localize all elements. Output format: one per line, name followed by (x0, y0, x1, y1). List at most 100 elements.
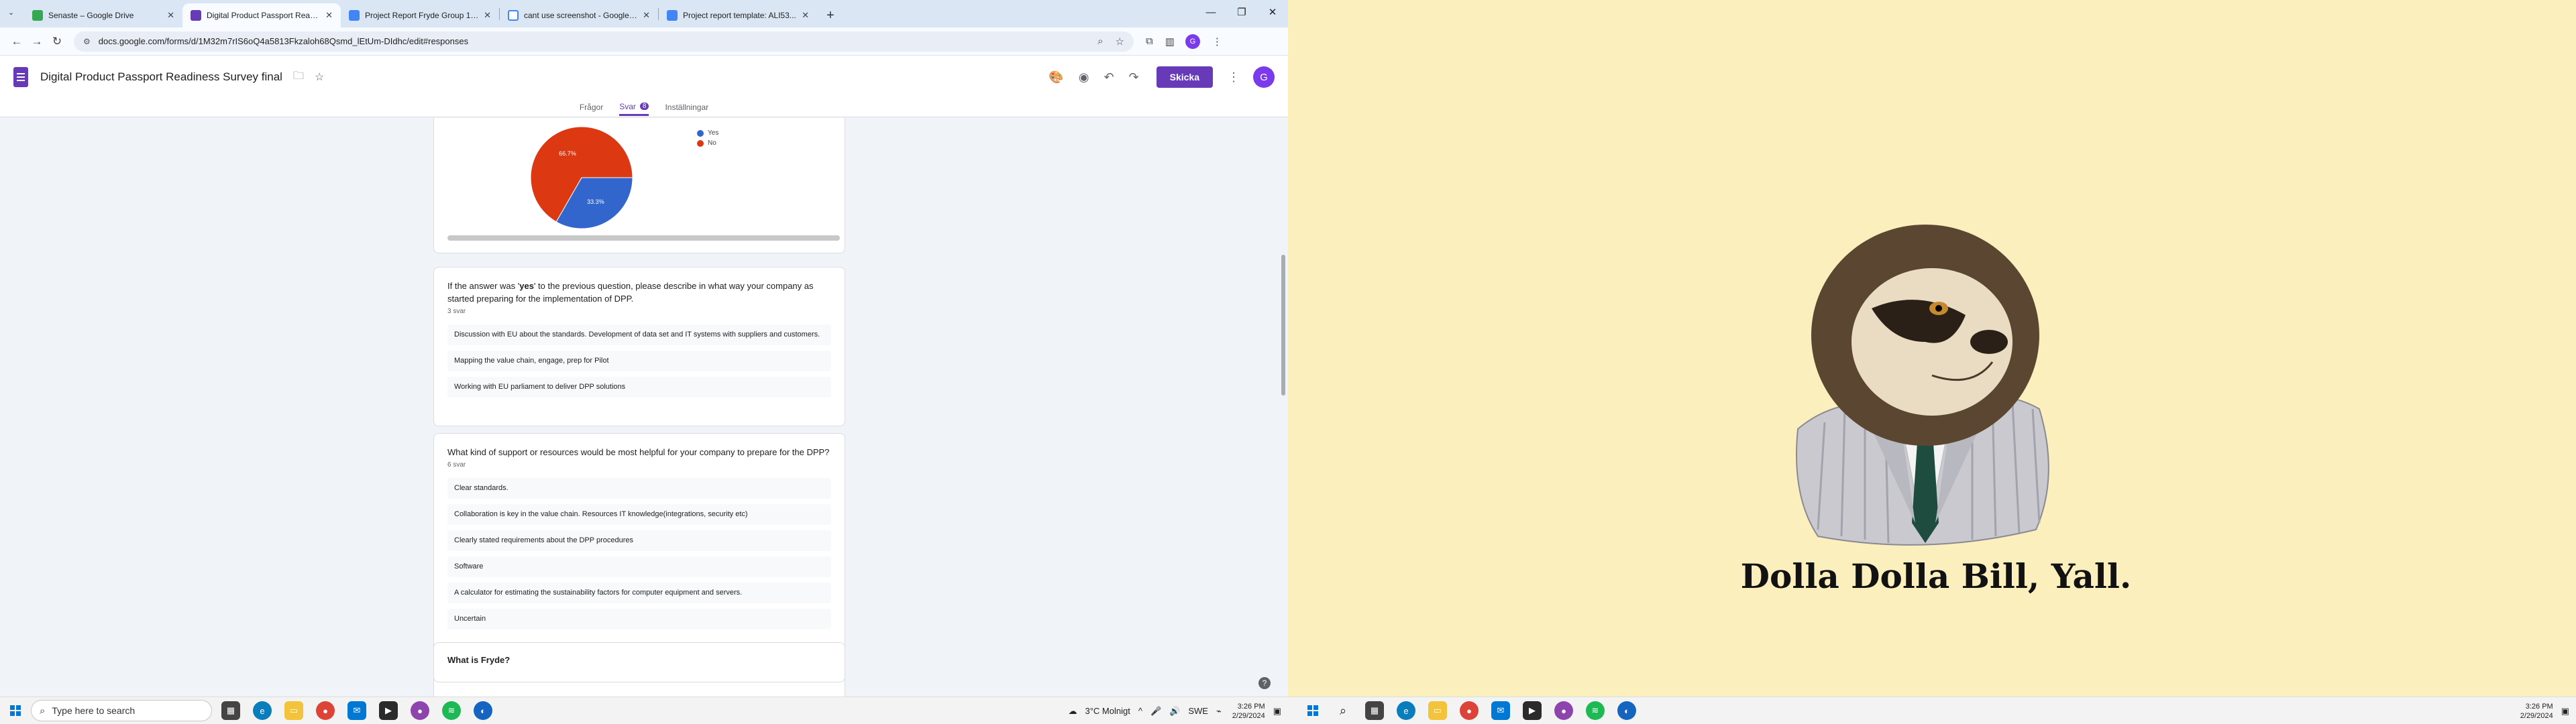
edge-icon[interactable]: e (1397, 701, 1415, 720)
page-scrollbar[interactable] (1281, 255, 1285, 396)
response-item: A calculator for estimating the sustaina… (447, 583, 831, 603)
response-item: Clearly stated requirements about the DP… (447, 530, 831, 551)
restore-icon[interactable]: ❐ (1226, 0, 1257, 24)
taskbar-search-box[interactable]: ⌕ Type here to search (31, 700, 212, 721)
site-info-icon[interactable]: ⚙ (83, 37, 91, 46)
browser-tab-template[interactable]: Project report template: ALI53... ✕ (659, 3, 817, 27)
chevron-up-icon[interactable]: ^ (1138, 706, 1142, 716)
browser-tab-google-search[interactable]: cant use screenshot - Google S... ✕ (500, 3, 658, 27)
profile-avatar[interactable]: G (1185, 34, 1200, 49)
file-explorer-icon[interactable]: ▭ (1428, 701, 1447, 720)
docs-icon (349, 10, 360, 21)
redo-icon[interactable]: ↷ (1129, 70, 1139, 84)
close-tab-icon[interactable]: ✕ (325, 10, 333, 21)
side-panel-icon[interactable]: ▥ (1165, 36, 1175, 48)
app-icon[interactable]: ◐ (1617, 701, 1636, 720)
tab-responses-label: Svar (619, 101, 636, 111)
tab-responses[interactable]: Svar 8 (619, 99, 649, 116)
clock-time: 3:26 PM (1237, 702, 1265, 711)
account-avatar[interactable]: G (1253, 66, 1275, 88)
pie-chart-card: 33.3% 66.7% Yes No (433, 118, 845, 253)
browser-tab-drive[interactable]: Senaste – Google Drive ✕ (24, 3, 182, 27)
edge-icon[interactable]: e (253, 701, 272, 720)
form-tabs: Frågor Svar 8 Inställningar (0, 99, 1288, 117)
legend-swatch-yes (697, 129, 704, 137)
spotify-icon[interactable]: ≋ (442, 701, 461, 720)
close-tab-icon[interactable]: ✕ (484, 10, 491, 21)
weather-text[interactable]: 3°C Molnigt (1085, 706, 1130, 716)
tab-questions[interactable]: Frågor (580, 99, 603, 116)
windows-logo-icon (10, 705, 21, 716)
browser-tab-report[interactable]: Project Report Fryde Group 14... ✕ (341, 3, 499, 27)
weather-icon[interactable]: ☁ (1068, 706, 1077, 717)
palette-icon[interactable]: 🎨 (1049, 70, 1063, 84)
form-title[interactable]: Digital Product Passport Readiness Surve… (40, 70, 282, 84)
chrome-profile-icon[interactable]: ● (1554, 701, 1573, 720)
header-actions: 🎨 ◉ ↶ ↷ Skicka ⋮ G (1034, 56, 1275, 99)
legend-swatch-no (697, 139, 704, 147)
minimize-icon[interactable]: — (1195, 0, 1226, 24)
browser-tab-bar: ⌄ Senaste – Google Drive ✕ Digital Produ… (0, 0, 1288, 27)
preview-eye-icon[interactable]: ◉ (1079, 70, 1089, 84)
chrome-icon[interactable]: ● (316, 701, 335, 720)
spotify-icon[interactable]: ≋ (1586, 701, 1605, 720)
chart-horizontal-scrollbar[interactable] (447, 235, 840, 241)
extensions-icon[interactable]: ⧉ (1146, 36, 1153, 47)
clock[interactable]: 3:26 PM 2/29/2024 (2520, 702, 2553, 721)
move-to-folder-icon[interactable]: 🗀 (293, 68, 304, 86)
notifications-icon[interactable]: ▣ (1273, 706, 1281, 717)
start-button-secondary[interactable] (1297, 705, 1328, 716)
start-button[interactable] (0, 705, 31, 716)
task-view-icon[interactable]: ▦ (1365, 701, 1384, 720)
docs-icon (667, 10, 678, 21)
drive-icon (32, 10, 43, 21)
network-icon[interactable]: ⌁ (1216, 706, 1222, 717)
clock[interactable]: 3:26 PM 2/29/2024 (1232, 702, 1265, 721)
undo-icon[interactable]: ↶ (1104, 70, 1114, 84)
close-tab-icon[interactable]: ✕ (802, 10, 809, 21)
chrome-icon[interactable]: ● (1460, 701, 1479, 720)
notifications-icon[interactable]: ▣ (2561, 706, 2569, 717)
tab-settings[interactable]: Inställningar (665, 99, 708, 116)
mail-icon[interactable]: ✉ (347, 701, 366, 720)
close-tab-icon[interactable]: ✕ (643, 10, 650, 21)
back-icon[interactable]: ← (7, 35, 27, 48)
help-icon[interactable]: ? (1258, 677, 1271, 689)
responses-count-badge: 8 (639, 103, 649, 110)
question-title: What is Fryde? (447, 655, 511, 665)
url-text[interactable]: docs.google.com/forms/d/1M32m7rIS6oQ4a58… (99, 36, 1085, 46)
app-icon[interactable]: ◐ (474, 701, 492, 720)
forward-icon[interactable]: → (27, 35, 47, 48)
mail-icon[interactable]: ✉ (1491, 701, 1510, 720)
language-indicator[interactable]: SWE (1188, 706, 1208, 716)
bookmark-star-icon[interactable]: ☆ (1116, 36, 1124, 48)
chrome-profile-icon[interactable]: ● (411, 701, 429, 720)
terminal-icon[interactable]: ▶ (1523, 701, 1542, 720)
response-item: Uncertain (447, 609, 831, 629)
response-count: 3 svar (447, 308, 466, 315)
volume-icon[interactable]: 🔊 (1169, 706, 1180, 717)
file-explorer-icon[interactable]: ▭ (284, 701, 303, 720)
task-view-icon[interactable]: ▦ (221, 701, 240, 720)
response-item: Software (447, 556, 831, 577)
clock-time: 3:26 PM (2525, 702, 2553, 711)
close-window-icon[interactable]: ✕ (1257, 0, 1288, 24)
google-forms-icon[interactable] (13, 67, 28, 87)
microphone-icon[interactable]: 🎤 (1150, 706, 1161, 717)
more-options-icon[interactable]: ⋮ (1228, 70, 1240, 84)
tab-label: Senaste – Google Drive (48, 11, 134, 20)
reload-icon[interactable]: ↻ (47, 35, 67, 48)
browser-tab-forms[interactable]: Digital Product Passport Readi... ✕ (182, 3, 341, 27)
question-title: If the answer was 'yes' to the previous … (447, 280, 831, 305)
zoom-icon[interactable]: ⌕ (1097, 36, 1103, 47)
search-icon[interactable]: ⌕ (1334, 701, 1352, 720)
new-tab-icon[interactable]: + (826, 8, 835, 23)
tab-search-icon[interactable]: ⌄ (8, 8, 14, 17)
send-button[interactable]: Skicka (1156, 66, 1213, 88)
star-icon[interactable]: ☆ (315, 70, 324, 84)
browser-menu-icon[interactable]: ⋮ (1212, 36, 1222, 48)
close-tab-icon[interactable]: ✕ (167, 10, 174, 21)
url-bar[interactable]: ⚙ docs.google.com/forms/d/1M32m7rIS6oQ4a… (74, 31, 1134, 52)
terminal-icon[interactable]: ▶ (379, 701, 398, 720)
pie-svg: 33.3% 66.7% (530, 126, 633, 229)
